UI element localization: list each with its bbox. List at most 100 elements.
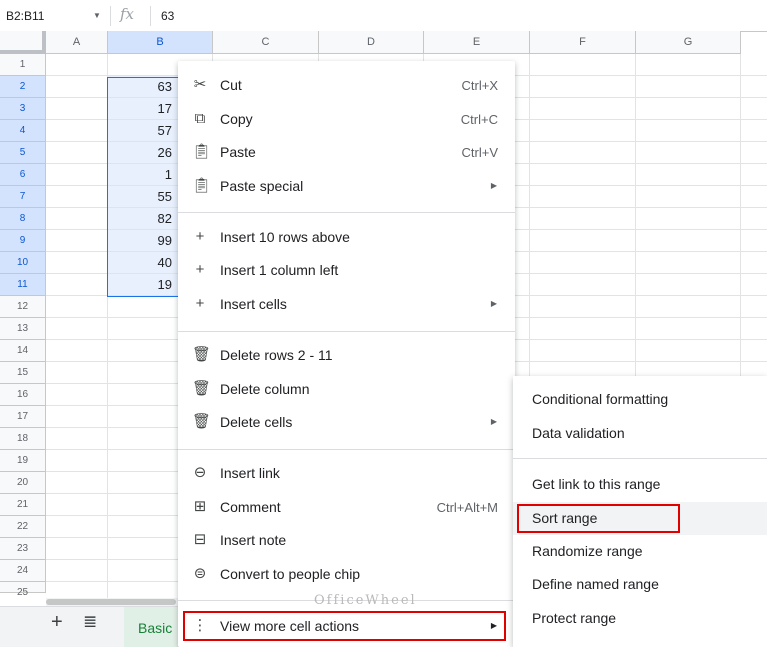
row-header-6[interactable]: 6 — [0, 164, 46, 186]
menu-item-insert-link[interactable]: ⊖ Insert link — [178, 457, 515, 490]
row-header-21[interactable]: 21 — [0, 494, 46, 516]
column-header-b[interactable]: B — [108, 31, 213, 54]
submenu-item-label: Sort range — [532, 510, 598, 526]
sheet-tab[interactable]: Basic — [124, 607, 180, 647]
cell-b2[interactable]: 63 — [108, 76, 180, 97]
row-header-24[interactable]: 24 — [0, 560, 46, 582]
trash-icon: 🗑︎ — [192, 346, 212, 363]
triangle-right-icon: ▶ — [490, 181, 497, 190]
column-header-f[interactable]: F — [530, 31, 636, 54]
row-header-19[interactable]: 19 — [0, 450, 46, 472]
menu-item-more-cell-actions[interactable]: ⋮ View more cell actions ▶ — [178, 610, 515, 643]
all-sheets-list-icon[interactable]: ≣ — [83, 612, 97, 632]
name-box[interactable]: B2:B11 — [6, 9, 44, 23]
plus-icon: + — [195, 261, 205, 278]
trash-icon: 🗑︎ — [192, 380, 212, 397]
triangle-right-icon: ▶ — [490, 299, 497, 308]
column-header-c[interactable]: C — [213, 31, 319, 54]
row-header-13[interactable]: 13 — [0, 318, 46, 340]
submenu-divider — [513, 458, 767, 459]
submenu-item-label: Protect range — [532, 610, 617, 626]
row-header-1[interactable]: 1 — [0, 54, 46, 76]
menu-shortcut: Ctrl+Alt+M — [436, 500, 498, 515]
cell-b11[interactable]: 19 — [108, 274, 180, 295]
menu-item-label: Paste — [220, 144, 256, 160]
row-header-17[interactable]: 17 — [0, 406, 46, 428]
row-header-2[interactable]: 2 — [0, 76, 46, 98]
submenu-item-sort-range[interactable]: Sort range — [513, 502, 767, 535]
menu-item-comment[interactable]: ⊞ Comment Ctrl+Alt+M — [178, 491, 515, 524]
name-box-dropdown-icon[interactable]: ▼ — [93, 11, 101, 20]
scrollbar-thumb[interactable] — [46, 599, 176, 605]
cell-b10[interactable]: 40 — [108, 252, 180, 273]
row-header-11[interactable]: 11 — [0, 274, 46, 296]
row-header-3[interactable]: 3 — [0, 98, 46, 120]
menu-item-copy[interactable]: ⧉ Copy Ctrl+C — [178, 103, 515, 136]
menu-item-paste-special[interactable]: 📋︎ Paste special ▶ — [178, 170, 515, 203]
row-header-20[interactable]: 20 — [0, 472, 46, 494]
menu-item-insert-cells[interactable]: + Insert cells ▶ — [178, 288, 515, 321]
row-header-25[interactable]: 25 — [0, 582, 46, 598]
menu-item-label: Delete rows 2 - 11 — [220, 347, 333, 363]
menu-item-label: Convert to people chip — [220, 566, 361, 582]
row-header-18[interactable]: 18 — [0, 428, 46, 450]
scissors-icon: ✂ — [193, 76, 207, 93]
sheet-tab-label: Basic — [138, 620, 173, 636]
cell-b3[interactable]: 17 — [108, 98, 180, 119]
menu-item-label: Insert 1 column left — [220, 262, 339, 278]
menu-item-paste[interactable]: 📋︎ Paste Ctrl+V — [178, 136, 515, 169]
row-header-16[interactable]: 16 — [0, 384, 46, 406]
menu-item-people-chip[interactable]: ⊜ Convert to people chip — [178, 558, 515, 591]
row-header-9[interactable]: 9 — [0, 230, 46, 252]
row-header-8[interactable]: 8 — [0, 208, 46, 230]
add-sheet-icon[interactable]: + — [51, 612, 63, 632]
submenu-item-conditional-formatting[interactable]: Conditional formatting — [513, 383, 767, 416]
clipboard-icon: 📋︎ — [192, 143, 212, 160]
menu-item-label: Insert cells — [220, 296, 287, 312]
formula-bar-divider — [110, 6, 111, 26]
submenu-item-protect-range[interactable]: Protect range — [513, 602, 767, 635]
submenu-item-data-validation[interactable]: Data validation — [513, 417, 767, 450]
cell-b7[interactable]: 55 — [108, 186, 180, 207]
column-header-d[interactable]: D — [319, 31, 424, 54]
column-header-g[interactable]: G — [636, 31, 741, 54]
formula-bar: B2:B11 ▼ fx 63 — [0, 0, 767, 32]
menu-item-label: Insert note — [220, 532, 287, 548]
menu-item-delete-rows[interactable]: 🗑︎ Delete rows 2 - 11 — [178, 339, 515, 372]
submenu-item-randomize-range[interactable]: Randomize range — [513, 535, 767, 568]
row-header-10[interactable]: 10 — [0, 252, 46, 274]
row-header-23[interactable]: 23 — [0, 538, 46, 560]
formula-bar-divider — [150, 6, 151, 26]
menu-shortcut: Ctrl+V — [461, 145, 498, 160]
submenu-item-get-link[interactable]: Get link to this range — [513, 468, 767, 501]
menu-item-insert-column[interactable]: + Insert 1 column left — [178, 254, 515, 287]
menu-item-delete-cells[interactable]: 🗑︎ Delete cells ▶ — [178, 406, 515, 439]
menu-item-insert-note[interactable]: ⊟ Insert note — [178, 524, 515, 557]
row-header-5[interactable]: 5 — [0, 142, 46, 164]
submenu-item-define-named-range[interactable]: Define named range — [513, 568, 767, 601]
cell-b9[interactable]: 99 — [108, 230, 180, 251]
cell-b8[interactable]: 82 — [108, 208, 180, 229]
row-header-4[interactable]: 4 — [0, 120, 46, 142]
row-header-14[interactable]: 14 — [0, 340, 46, 362]
cell-b6[interactable]: 1 — [108, 164, 180, 185]
row-header-12[interactable]: 12 — [0, 296, 46, 318]
column-header-a[interactable]: A — [46, 31, 108, 54]
formula-input[interactable]: 63 — [161, 9, 174, 23]
select-all-corner[interactable] — [0, 31, 46, 54]
person-chip-icon: ⊜ — [193, 565, 207, 582]
row-header-7[interactable]: 7 — [0, 186, 46, 208]
menu-item-label: Insert 10 rows above — [220, 229, 350, 245]
menu-item-cut[interactable]: ✂ Cut Ctrl+X — [178, 69, 515, 102]
column-header-e[interactable]: E — [424, 31, 530, 54]
submenu-item-label: Define named range — [532, 576, 659, 592]
cell-b4[interactable]: 57 — [108, 120, 180, 141]
menu-shortcut: Ctrl+C — [460, 112, 498, 127]
watermark-logo: OfficeWheel — [314, 593, 417, 608]
cell-b5[interactable]: 26 — [108, 142, 180, 163]
row-header-22[interactable]: 22 — [0, 516, 46, 538]
menu-item-insert-rows[interactable]: + Insert 10 rows above — [178, 221, 515, 254]
submenu-item-label: Randomize range — [532, 543, 643, 559]
row-header-15[interactable]: 15 — [0, 362, 46, 384]
menu-item-delete-column[interactable]: 🗑︎ Delete column — [178, 373, 515, 406]
